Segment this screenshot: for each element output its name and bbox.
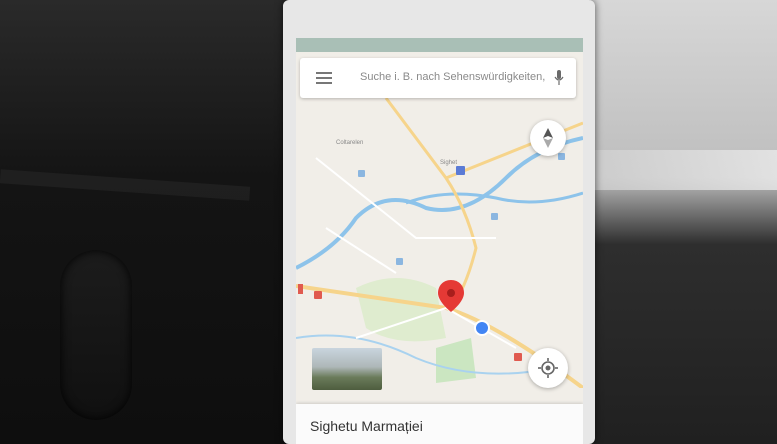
place-bottom-sheet[interactable]: Sighetu Marmației — [296, 404, 583, 444]
menu-icon[interactable] — [316, 72, 332, 84]
place-title: Sighetu Marmației — [310, 418, 423, 434]
mic-icon[interactable] — [554, 70, 564, 86]
poi-icon[interactable] — [396, 258, 403, 265]
search-input[interactable]: Suche i. B. nach Sehenswürdigkeiten, G..… — [360, 71, 546, 83]
compass-icon — [543, 128, 553, 148]
compass-button[interactable] — [530, 120, 566, 156]
status-bar — [296, 38, 583, 52]
poi-icon[interactable] — [298, 284, 303, 294]
crosshair-icon — [538, 358, 558, 378]
phone-screen: Coltarelen Sighet Suche i. B. nach Sehen… — [296, 38, 583, 444]
poi-icon[interactable] — [314, 291, 322, 299]
dark-case-background — [0, 0, 290, 444]
my-location-icon — [474, 320, 490, 336]
map-label: Sighet — [440, 160, 457, 166]
train-station-icon[interactable] — [456, 166, 465, 175]
poi-icon[interactable] — [358, 170, 365, 177]
photo-scene: Coltarelen Sighet Suche i. B. nach Sehen… — [0, 0, 777, 444]
my-location-button[interactable] — [528, 348, 568, 388]
place-photo-thumbnail[interactable] — [312, 348, 382, 390]
map-label: Coltarelen — [336, 140, 363, 146]
car-interior-background — [590, 0, 777, 444]
case-button — [60, 250, 132, 420]
poi-icon[interactable] — [491, 213, 498, 220]
poi-icon[interactable] — [514, 353, 522, 361]
search-bar[interactable]: Suche i. B. nach Sehenswürdigkeiten, G..… — [300, 58, 576, 98]
dashboard-band — [590, 150, 777, 190]
